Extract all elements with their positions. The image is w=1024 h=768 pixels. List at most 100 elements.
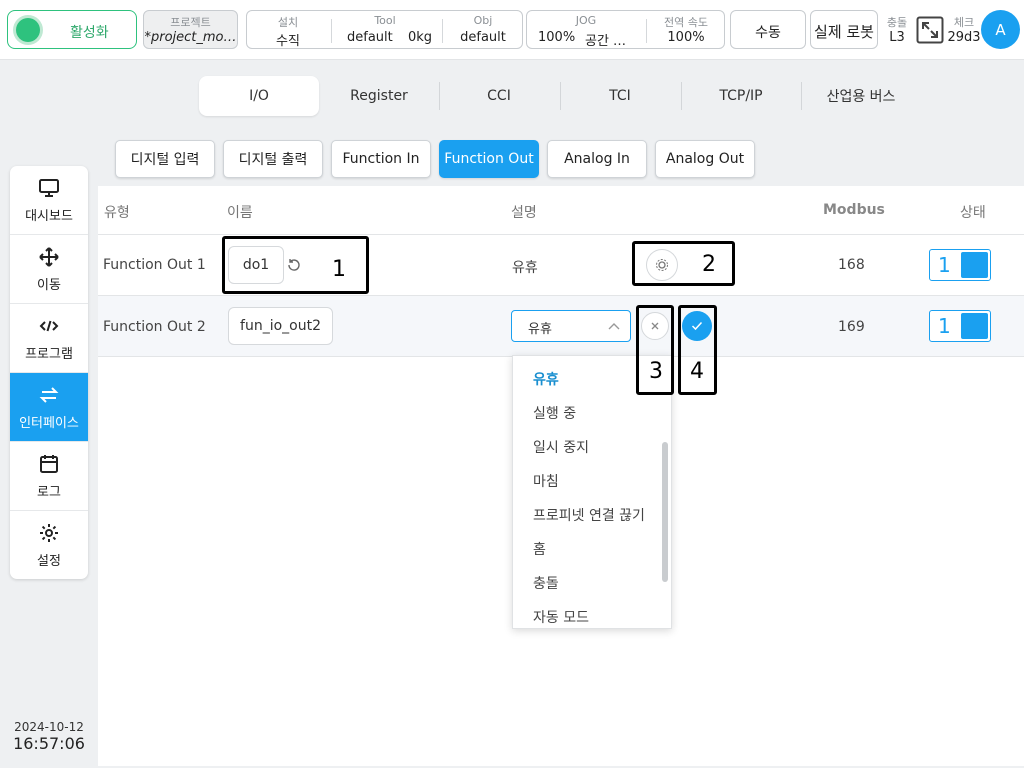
tab-industrial-bus[interactable]: 산업용 버스 — [801, 76, 921, 116]
tab-io[interactable]: I/O — [199, 76, 319, 116]
obj-label: Obj — [473, 14, 493, 27]
desc-select[interactable]: 유휴 — [511, 310, 631, 342]
top-tab-bar: I/O Register CCI TCI TCP/IP 산업용 버스 — [195, 72, 925, 120]
project-value: *project_mo… — [144, 30, 237, 45]
avatar-letter: A — [995, 20, 1006, 39]
tab-cci[interactable]: CCI — [439, 76, 559, 116]
col-header-status: 상태 — [960, 205, 986, 221]
subtab-function-out[interactable]: Function Out — [439, 140, 539, 178]
sidebar-item-label: 설정 — [37, 554, 61, 569]
install-label: 설치 — [277, 16, 299, 29]
activate-label: 활성화 — [70, 25, 109, 41]
sidebar-date: 2024-10-12 — [14, 720, 84, 734]
sidebar-item-label: 프로그램 — [25, 346, 73, 362]
install-tool-obj-panel[interactable]: 설치 수직 Tool default 0kg Obj default — [246, 10, 523, 49]
annotation-label-2: 2 — [702, 252, 716, 277]
check-label: 체크 — [953, 16, 975, 29]
col-header-name: 이름 — [227, 205, 253, 221]
sidebar-item-program[interactable]: 프로그램 — [10, 304, 88, 373]
status-value: 1 — [938, 253, 951, 277]
chevron-up-icon — [608, 323, 620, 330]
sidebar-item-move[interactable]: 이동 — [10, 235, 88, 304]
dropdown-option[interactable]: 자동 모드 — [533, 607, 589, 627]
calendar-icon — [40, 454, 58, 473]
col-header-desc: 설명 — [511, 205, 537, 221]
status-toggle[interactable]: 1 — [929, 249, 991, 281]
move-arrows-icon — [39, 246, 59, 267]
sidebar-item-settings[interactable]: 설정 — [10, 511, 88, 579]
manual-label: 수동 — [755, 25, 781, 41]
desc-select-value: 유휴 — [528, 322, 552, 337]
tab-tci[interactable]: TCI — [560, 76, 680, 116]
sidebar: 대시보드 이동 프로그램 인터페이스 로그 설정 — [10, 166, 88, 579]
speed-label: 전역 속도 — [664, 16, 708, 29]
tool-value: default — [347, 30, 393, 45]
dropdown-option[interactable]: 일시 중지 — [533, 437, 589, 457]
manual-mode-button[interactable]: 수동 — [730, 10, 806, 49]
table-row: Function Out 2 fun_io_out2 유휴 169 1 — [98, 296, 1024, 356]
subtab-digital-input[interactable]: 디지털 입력 — [115, 140, 215, 178]
jog-mode: 공간 … — [585, 34, 627, 49]
sidebar-item-log[interactable]: 로그 — [10, 442, 88, 511]
subtab-analog-in[interactable]: Analog In — [547, 140, 647, 178]
dropdown-option[interactable]: 유휴 — [533, 369, 559, 389]
dropdown-option[interactable]: 충돌 — [533, 573, 559, 593]
annotation-label-1: 1 — [332, 257, 346, 282]
tab-tcp-ip[interactable]: TCP/IP — [681, 76, 801, 116]
subtab-digital-output[interactable]: 디지털 출력 — [223, 140, 323, 178]
gear-icon — [40, 524, 58, 542]
sidebar-item-interface[interactable]: 인터페이스 — [10, 373, 88, 442]
jog-speed-panel[interactable]: JOG 100% 공간 … 전역 속도 100% — [526, 10, 725, 49]
sub-tab-bar: 디지털 입력 디지털 출력 Function In Function Out A… — [98, 124, 1024, 186]
tab-register[interactable]: Register — [319, 76, 439, 116]
sidebar-time: 16:57:06 — [13, 734, 85, 753]
annotation-box-1 — [222, 236, 369, 294]
dropdown-option[interactable]: 마침 — [533, 471, 559, 491]
name-input[interactable]: fun_io_out2 — [228, 307, 333, 345]
expand-icon[interactable] — [916, 16, 944, 44]
dropdown-scrollbar[interactable] — [662, 442, 668, 582]
status-toggle[interactable]: 1 — [929, 310, 991, 342]
jog-label: JOG — [575, 14, 597, 27]
check-value: 29d3 — [947, 30, 981, 45]
sidebar-item-label: 대시보드 — [25, 208, 73, 224]
activate-button[interactable]: 활성화 — [7, 10, 137, 49]
dropdown-option[interactable]: 실행 중 — [533, 403, 576, 423]
col-header-type: 유형 — [104, 205, 130, 221]
avatar[interactable]: A — [981, 10, 1020, 49]
row-type: Function Out 1 — [103, 257, 206, 273]
annotation-label-4: 4 — [690, 359, 704, 384]
sidebar-item-label: 이동 — [37, 277, 61, 293]
code-icon — [39, 320, 59, 331]
status-dot-icon — [16, 18, 40, 42]
obj-value: default — [460, 30, 506, 45]
row-desc: 유휴 — [512, 260, 538, 276]
row-modbus: 169 — [838, 319, 865, 335]
install-value: 수직 — [276, 34, 300, 49]
desc-dropdown-menu: 유휴 실행 중 일시 중지 마침 프로피넷 연결 끊기 홈 충돌 자동 모드 — [512, 355, 672, 629]
subtab-function-in[interactable]: Function In — [331, 140, 431, 178]
annotation-label-3: 3 — [649, 359, 663, 384]
real-robot-button[interactable]: 실제 로봇 — [810, 10, 878, 49]
row-modbus: 168 — [838, 257, 865, 273]
annotation-box-2 — [632, 241, 735, 286]
collision-label: 충돌 — [886, 16, 908, 29]
sidebar-item-dashboard[interactable]: 대시보드 — [10, 166, 88, 235]
sidebar-item-label: 로그 — [37, 484, 61, 500]
speed-value: 100% — [667, 30, 705, 45]
collision-value: L3 — [889, 30, 905, 45]
row-type: Function Out 2 — [103, 319, 206, 335]
main-panel: I/O Register CCI TCI TCP/IP 산업용 버스 디지털 입… — [98, 62, 1024, 766]
dropdown-option[interactable]: 홈 — [533, 539, 546, 559]
sidebar-item-label: 인터페이스 — [19, 415, 79, 431]
project-label: 프로젝트 — [170, 16, 211, 29]
dropdown-option[interactable]: 프로피넷 연결 끊기 — [533, 505, 645, 525]
swap-arrows-icon — [39, 386, 59, 403]
tool-weight: 0kg — [408, 30, 433, 45]
jog-value: 100% — [538, 30, 576, 45]
status-value: 1 — [938, 314, 951, 338]
tool-label: Tool — [374, 14, 396, 27]
project-selector[interactable]: 프로젝트 *project_mo… — [143, 10, 238, 49]
subtab-analog-out[interactable]: Analog Out — [655, 140, 755, 178]
monitor-icon — [39, 178, 59, 197]
